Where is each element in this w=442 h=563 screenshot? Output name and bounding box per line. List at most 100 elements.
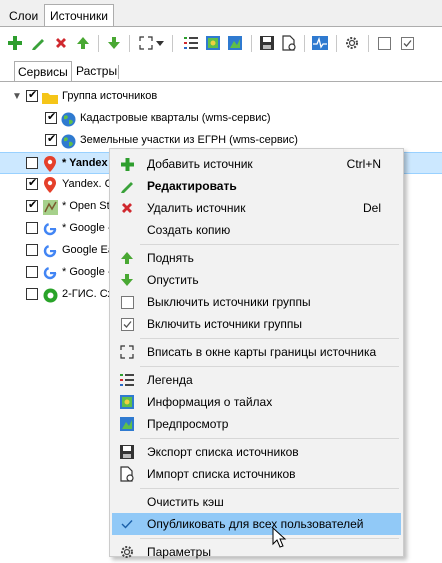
preview-icon (119, 416, 135, 432)
row-checkbox[interactable] (26, 244, 38, 256)
row-checkbox[interactable] (26, 157, 38, 169)
menu-label: Добавить источник (147, 157, 253, 171)
checked-box-icon[interactable] (398, 34, 416, 52)
delete-icon (119, 200, 135, 216)
settings-icon[interactable] (343, 34, 361, 52)
tile-info-icon[interactable] (204, 34, 222, 52)
edit-icon[interactable] (29, 34, 47, 52)
row-checkbox[interactable]: ✔ (26, 177, 38, 190)
menu-item-delete[interactable]: Удалить источник Del (112, 197, 401, 219)
google-icon (42, 265, 58, 281)
menu-label: Вписать в окне карты границы источника (147, 345, 377, 359)
tile-info-icon (119, 394, 135, 410)
menu-item-tile-info[interactable]: Информация о тайлах (112, 391, 401, 413)
tree-row-child[interactable]: ✔ Кадастровые кварталы (wms-сервис) (0, 108, 442, 130)
map-pin-icon (42, 156, 58, 172)
dropdown-arrow-icon[interactable] (155, 34, 165, 52)
2gis-icon (42, 287, 58, 303)
row-checkbox[interactable]: ✔ (45, 111, 57, 124)
add-icon[interactable] (6, 34, 24, 52)
menu-separator (140, 438, 399, 439)
menu-item-enable-group[interactable]: Включить источники группы (112, 313, 401, 335)
export-icon (119, 444, 135, 460)
row-label: * Google - (62, 222, 112, 234)
tab-layers[interactable]: Слои (4, 6, 43, 26)
export-icon[interactable] (258, 34, 276, 52)
tab-bar-divider (118, 65, 119, 79)
row-checkbox[interactable]: ✔ (26, 199, 38, 212)
menu-separator (140, 488, 399, 489)
add-icon (119, 156, 135, 172)
row-checkbox[interactable]: ✔ (45, 133, 57, 146)
folder-icon (42, 89, 58, 105)
move-down-icon (119, 272, 135, 288)
menu-label: Легенда (147, 373, 193, 387)
row-label: 2-ГИС. Сх (62, 288, 114, 300)
legend-icon[interactable] (182, 34, 200, 52)
row-checkbox[interactable] (26, 266, 38, 278)
pulse-icon[interactable] (311, 34, 329, 52)
menu-label: Удалить источник (147, 201, 246, 215)
toolbar-separator (251, 35, 252, 52)
edit-icon (119, 178, 135, 194)
row-label: * Google - (62, 266, 112, 278)
settings-icon (119, 544, 135, 560)
fit-extent-icon (119, 344, 135, 360)
tab-services[interactable]: Сервисы (14, 61, 72, 82)
menu-label: Создать копию (147, 223, 231, 237)
menu-item-clear-cache[interactable]: Очистить кэш (112, 491, 401, 513)
map-pin-icon (42, 177, 58, 193)
menu-item-export[interactable]: Экспорт списка источников (112, 441, 401, 463)
move-up-icon (119, 250, 135, 266)
fit-extent-icon[interactable] (137, 34, 155, 52)
menu-item-preview[interactable]: Предпросмотр (112, 413, 401, 435)
row-label: * Yandex (62, 157, 108, 169)
menu-item-duplicate[interactable]: Создать копию (112, 219, 401, 241)
top-tab-bar: Слои Источники (0, 0, 442, 27)
menu-item-parameters[interactable]: Параметры (112, 541, 401, 563)
collapse-arrow-icon[interactable]: ▼ (12, 91, 22, 102)
row-checkbox[interactable] (26, 288, 38, 300)
menu-item-disable-group[interactable]: Выключить источники группы (112, 291, 401, 313)
menu-item-add-source[interactable]: Добавить источник Ctrl+N (112, 153, 401, 175)
google-icon (42, 243, 58, 259)
menu-label: Редактировать (147, 179, 237, 193)
menu-item-publish[interactable]: Опубликовать для всех пользователей (112, 513, 401, 535)
move-up-icon[interactable] (74, 34, 92, 52)
menu-item-edit[interactable]: Редактировать (112, 175, 401, 197)
sub-tab-divider (0, 81, 442, 82)
menu-item-legend[interactable]: Легенда (112, 369, 401, 391)
tab-rasters[interactable]: Растры (73, 63, 120, 81)
row-checkbox[interactable] (26, 222, 38, 234)
move-down-icon[interactable] (105, 34, 123, 52)
menu-label: Поднять (147, 251, 194, 265)
row-label: Yandex. С (62, 178, 113, 190)
tab-sources[interactable]: Источники (44, 4, 114, 27)
menu-item-import[interactable]: Импорт списка источников (112, 463, 401, 485)
row-label: Google Ea (62, 244, 114, 256)
google-icon (42, 221, 58, 237)
tree-row-group[interactable]: ▼ ✔ Группа источников (0, 86, 442, 108)
toolbar (0, 27, 442, 61)
menu-item-move-up[interactable]: Поднять (112, 247, 401, 269)
unchecked-box-icon[interactable] (375, 34, 393, 52)
menu-item-fit-bounds[interactable]: Вписать в окне карты границы источника (112, 341, 401, 363)
toolbar-separator (129, 35, 130, 52)
globe-icon (60, 111, 76, 127)
row-label: * Open St (62, 200, 110, 212)
menu-label: Предпросмотр (147, 417, 229, 431)
menu-label: Экспорт списка источников (147, 445, 299, 459)
globe-icon (60, 133, 76, 149)
menu-separator (140, 338, 399, 339)
toolbar-separator (98, 35, 99, 52)
menu-label: Импорт списка источников (147, 467, 296, 481)
menu-item-move-down[interactable]: Опустить (112, 269, 401, 291)
delete-icon[interactable] (52, 34, 70, 52)
menu-separator (140, 538, 399, 539)
preview-icon[interactable] (226, 34, 244, 52)
row-checkbox[interactable]: ✔ (26, 89, 38, 102)
menu-label: Опубликовать для всех пользователей (147, 517, 364, 531)
osm-icon (42, 199, 58, 215)
context-menu: Добавить источник Ctrl+N Редактировать У… (109, 148, 404, 559)
import-icon[interactable] (280, 34, 298, 52)
